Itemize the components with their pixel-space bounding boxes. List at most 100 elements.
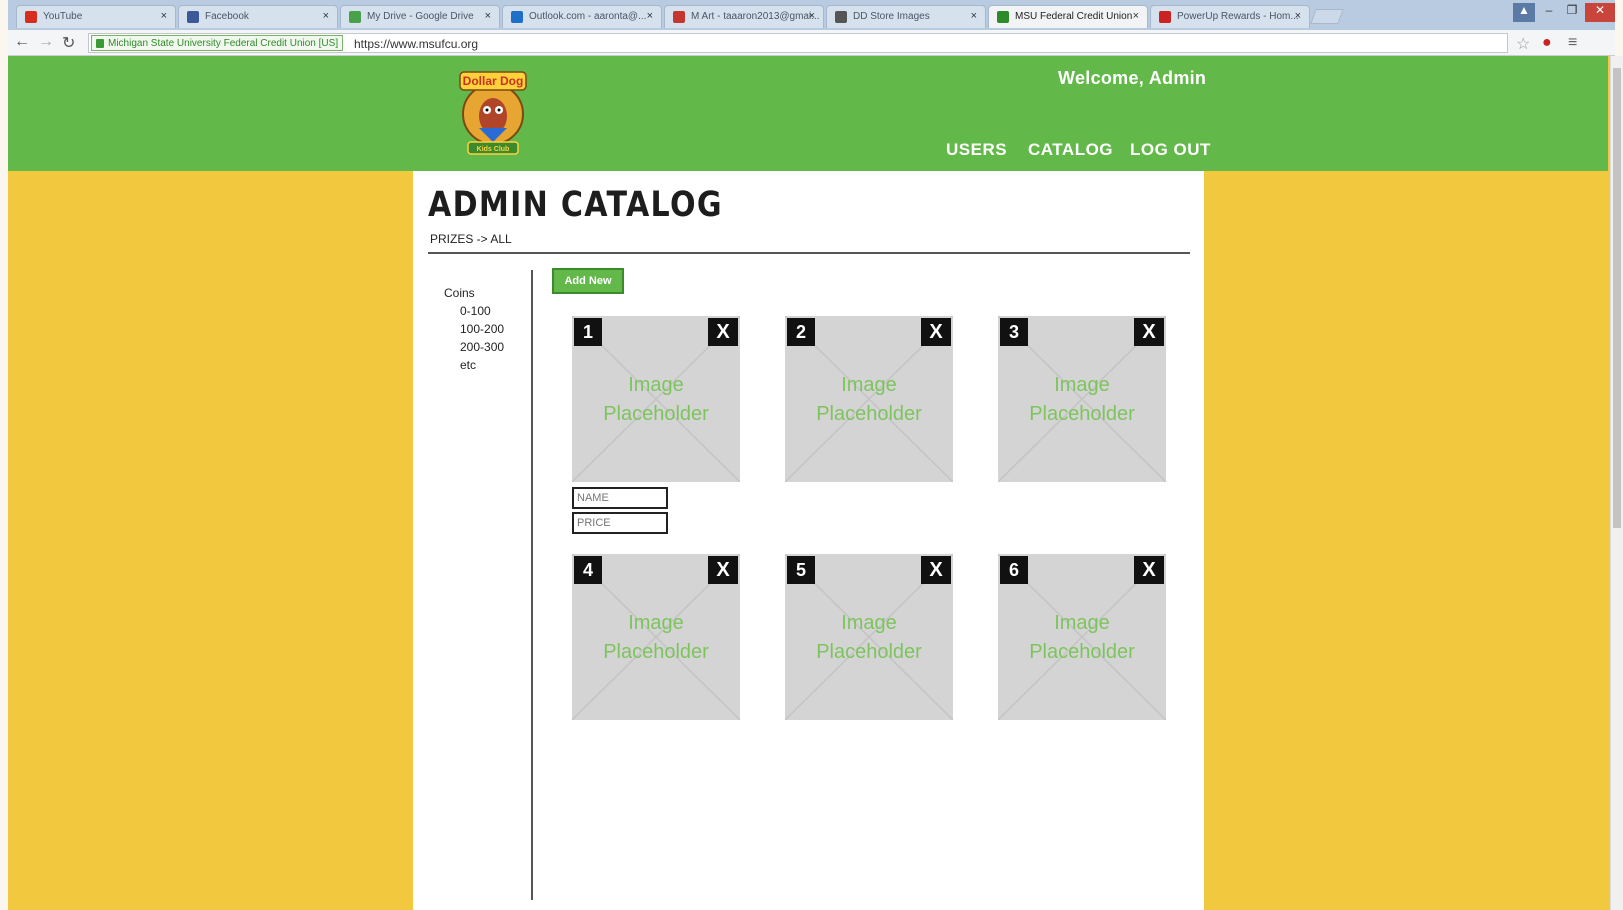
image-placeholder-label: Image Placeholder (998, 609, 1166, 667)
card-number-badge: 6 (1000, 556, 1028, 584)
image-placeholder-label: Image Placeholder (572, 371, 740, 429)
reload-icon[interactable]: ↻ (62, 33, 75, 53)
url-text: https://www.msufcu.org (354, 37, 479, 51)
close-tab-icon[interactable]: × (971, 10, 977, 22)
new-tab-button[interactable] (1310, 9, 1344, 24)
facebook-icon (187, 11, 199, 23)
google-drive-icon (349, 11, 361, 23)
tab-gmail[interactable]: M Art - taaaron2013@gmai... × (664, 5, 824, 28)
profile-icon[interactable]: ▲ (1513, 3, 1535, 22)
gmail-icon (673, 11, 685, 23)
image-placeholder-label: Image Placeholder (785, 371, 953, 429)
tab-powerup-rewards[interactable]: PowerUp Rewards - Hom... × (1150, 5, 1310, 28)
filter-item-200-300[interactable]: 200-300 (444, 338, 504, 356)
tab-google-drive[interactable]: My Drive - Google Drive × (340, 5, 500, 28)
page-scrollbar[interactable] (1610, 56, 1623, 910)
menu-icon[interactable]: ≡ (1568, 34, 1577, 52)
delete-card-button[interactable]: X (921, 556, 951, 584)
breadcrumb: PRIZES -> ALL (430, 232, 512, 246)
dollar-dog-logo[interactable]: Dollar Dog Kids Club (456, 70, 530, 158)
placeholder-line2: Placeholder (816, 641, 922, 663)
lock-icon (96, 39, 104, 48)
price-field[interactable] (572, 512, 668, 534)
ev-certificate-badge[interactable]: Michigan State University Federal Credit… (91, 35, 344, 51)
bookmark-star-icon[interactable]: ☆ (1516, 34, 1530, 54)
back-arrow-icon[interactable]: ← (14, 33, 30, 51)
tab-label: DD Store Images (853, 11, 930, 22)
prize-card[interactable]: 1 X Image Placeholder (572, 316, 740, 482)
filter-item-100-200[interactable]: 100-200 (444, 320, 504, 338)
placeholder-line2: Placeholder (1029, 403, 1135, 425)
tab-bar: YouTube × Facebook × My Drive - Google Dri… (8, 0, 1615, 30)
minimize-button[interactable]: – (1538, 3, 1560, 22)
tab-label: Facebook (205, 11, 249, 22)
card-number-badge: 2 (787, 318, 815, 346)
prize-card[interactable]: 5 X Image Placeholder (785, 554, 953, 720)
placeholder-line1: Image (841, 612, 897, 634)
card-number-badge: 1 (574, 318, 602, 346)
card-number-badge: 3 (1000, 318, 1028, 346)
placeholder-line2: Placeholder (816, 403, 922, 425)
tab-facebook[interactable]: Facebook × (178, 5, 338, 28)
image-icon (835, 11, 847, 23)
name-field[interactable] (572, 487, 668, 509)
nav-log-out[interactable]: LOG OUT (1130, 140, 1211, 160)
nav-catalog[interactable]: CATALOG (1028, 140, 1113, 160)
svg-text:Kids Club: Kids Club (477, 146, 510, 153)
filter-item-etc[interactable]: etc (444, 356, 504, 374)
placeholder-line1: Image (1054, 612, 1110, 634)
delete-card-button[interactable]: X (921, 318, 951, 346)
prize-card[interactable]: 3 X Image Placeholder (998, 316, 1166, 482)
nav-users[interactable]: USERS (946, 140, 1007, 160)
delete-card-button[interactable]: X (708, 318, 738, 346)
placeholder-line1: Image (628, 374, 684, 396)
filter-sidebar: Coins 0-100 100-200 200-300 etc (444, 284, 504, 374)
tab-msufcu[interactable]: MSU Federal Credit Union × (988, 5, 1148, 28)
address-bar[interactable]: Michigan State University Federal Credit… (88, 33, 1508, 53)
tab-label: PowerUp Rewards - Hom... (1177, 11, 1299, 22)
tab-outlook[interactable]: Outlook.com - aaronta@... × (502, 5, 662, 28)
msufcu-icon (997, 11, 1009, 23)
placeholder-line2: Placeholder (603, 641, 709, 663)
extension-icon[interactable]: ● (1542, 34, 1552, 52)
scrollbar-thumb[interactable] (1613, 68, 1621, 528)
tab-label: MSU Federal Credit Union (1015, 11, 1133, 22)
site-header (8, 56, 1608, 171)
delete-card-button[interactable]: X (708, 556, 738, 584)
tab-label: Outlook.com - aaronta@... (529, 11, 647, 22)
placeholder-line2: Placeholder (1029, 641, 1135, 663)
youtube-icon (25, 11, 37, 23)
gamestop-icon (1159, 11, 1171, 23)
filter-heading-coins: Coins (444, 286, 475, 300)
restore-button[interactable]: ❐ (1561, 3, 1583, 22)
prize-card[interactable]: 2 X Image Placeholder (785, 316, 953, 482)
svg-text:Dollar Dog: Dollar Dog (463, 74, 524, 88)
close-tab-icon[interactable]: × (647, 10, 653, 22)
close-tab-icon[interactable]: × (161, 10, 167, 22)
close-tab-icon[interactable]: × (485, 10, 491, 22)
close-tab-icon[interactable]: × (809, 10, 815, 22)
prize-card[interactable]: 4 X Image Placeholder (572, 554, 740, 720)
outlook-icon (511, 11, 523, 23)
close-window-button[interactable]: ✕ (1585, 3, 1615, 22)
delete-card-button[interactable]: X (1134, 556, 1164, 584)
browser-toolbar: ← → ↻ Michigan State University Federal … (8, 30, 1615, 56)
image-placeholder-label: Image Placeholder (785, 609, 953, 667)
tab-dd-store-images[interactable]: DD Store Images × (826, 5, 986, 28)
image-placeholder-label: Image Placeholder (998, 371, 1166, 429)
title-divider (428, 252, 1190, 254)
placeholder-line1: Image (628, 612, 684, 634)
tab-youtube[interactable]: YouTube × (16, 5, 176, 28)
sidebar-divider (531, 270, 533, 900)
filter-item-0-100[interactable]: 0-100 (444, 302, 504, 320)
close-tab-icon[interactable]: × (323, 10, 329, 22)
ev-label: Michigan State University Federal Credit… (108, 38, 339, 49)
forward-arrow-icon[interactable]: → (38, 33, 54, 51)
add-new-button[interactable]: Add New (552, 268, 624, 294)
close-tab-icon[interactable]: × (1133, 10, 1139, 22)
placeholder-line2: Placeholder (603, 403, 709, 425)
tab-label: YouTube (43, 11, 83, 22)
prize-card[interactable]: 6 X Image Placeholder (998, 554, 1166, 720)
close-tab-icon[interactable]: × (1295, 10, 1301, 22)
delete-card-button[interactable]: X (1134, 318, 1164, 346)
